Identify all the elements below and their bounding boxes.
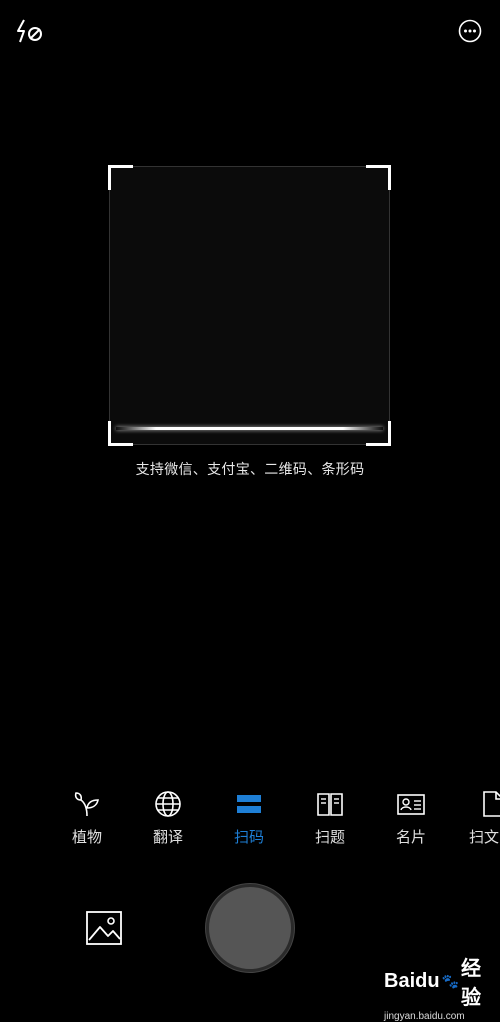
mode-scan-question[interactable]: 扫题 — [295, 788, 365, 847]
mode-label: 植物 — [71, 828, 102, 846]
scan-line — [116, 427, 383, 430]
baidu-jingyan-watermark: Baidu 🐾 经验 jingyan.baidu.com — [384, 952, 492, 1022]
scan-code-icon — [233, 788, 265, 820]
scan-corner-top-right — [366, 165, 391, 190]
mode-label: 扫文 — [469, 828, 500, 846]
globe-icon — [152, 788, 184, 820]
business-card-icon — [395, 788, 427, 820]
mode-label: 名片 — [395, 828, 426, 846]
watermark-url: jingyan.baidu.com — [384, 1011, 465, 1022]
flash-off-icon[interactable] — [14, 18, 44, 46]
scan-frame — [108, 165, 391, 446]
scan-corner-top-left — [108, 165, 133, 190]
gallery-icon[interactable] — [85, 910, 123, 946]
mode-translate[interactable]: 翻译 — [133, 788, 203, 847]
mode-plant[interactable]: 植物 — [52, 788, 122, 847]
watermark-brand-suffix: 经验 — [461, 958, 481, 1009]
mode-scan-text[interactable]: 扫文 — [457, 788, 500, 847]
scan-corner-bottom-right — [366, 421, 391, 446]
mode-business-card[interactable]: 名片 — [376, 788, 446, 847]
paw-icon: 🐾 — [441, 972, 459, 989]
mode-label: 扫码 — [233, 828, 264, 846]
watermark-brand: Baidu — [384, 969, 440, 992]
plant-icon — [71, 788, 103, 820]
mode-scan-code[interactable]: 扫码 — [214, 788, 284, 847]
scan-hint-text: 支持微信、支付宝、二维码、条形码 — [135, 462, 365, 478]
book-icon — [314, 788, 346, 820]
document-icon — [479, 788, 500, 820]
shutter-button[interactable] — [209, 887, 291, 969]
mode-label: 扫题 — [314, 828, 345, 846]
more-icon[interactable] — [458, 19, 482, 43]
mode-label: 翻译 — [152, 828, 183, 846]
scan-corner-bottom-left — [108, 421, 133, 446]
